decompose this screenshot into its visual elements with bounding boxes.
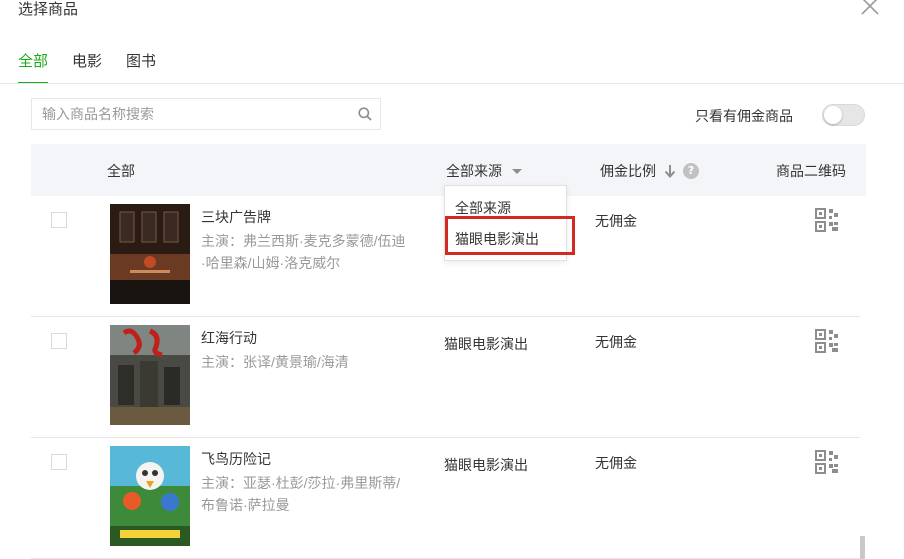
search-box <box>31 98 381 130</box>
close-icon[interactable] <box>858 0 882 18</box>
search-icon[interactable] <box>350 99 380 129</box>
tabs-divider <box>0 83 904 84</box>
commission-filter-label: 只看有佣金商品 <box>695 108 793 124</box>
table-row: 红海行动 主演：张译/黄景瑜/海清 猫眼电影演出 无佣金 <box>31 317 860 438</box>
commission-filter-toggle[interactable] <box>822 104 865 126</box>
toggle-knob <box>824 106 842 124</box>
row-checkbox[interactable] <box>51 212 67 228</box>
product-name[interactable]: 三块广告牌 <box>201 207 271 227</box>
commission-value: 无佣金 <box>595 213 637 229</box>
poster-art <box>110 446 190 546</box>
product-cast: 主演：张译/黄景瑜/海清 <box>201 354 349 370</box>
product-cast: 主演：亚瑟·杜彭/莎拉·弗里斯蒂/布鲁诺·萨拉曼 <box>201 475 401 513</box>
source-dropdown: 全部来源 猫眼电影演出 <box>444 185 567 261</box>
source-option-maoyan[interactable]: 猫眼电影演出 <box>455 229 539 249</box>
tab-books[interactable]: 图书 <box>126 52 156 84</box>
qr-code-icon[interactable] <box>814 328 840 354</box>
poster-image <box>110 204 190 304</box>
source-option-all[interactable]: 全部来源 <box>455 198 511 218</box>
commission-value: 无佣金 <box>595 334 637 350</box>
source-filter-label: 全部来源 <box>446 163 502 179</box>
product-name[interactable]: 红海行动 <box>201 328 257 348</box>
question-icon[interactable]: ? <box>683 163 699 179</box>
row-checkbox[interactable] <box>51 333 67 349</box>
poster-art <box>110 325 190 425</box>
row-checkbox[interactable] <box>51 454 67 470</box>
poster-image <box>110 325 190 425</box>
product-name[interactable]: 飞鸟历险记 <box>201 449 271 469</box>
tab-all[interactable]: 全部 <box>18 52 49 84</box>
category-tabs: 全部 电影 图书 <box>18 52 180 84</box>
caret-down-icon <box>512 168 522 174</box>
poster-art <box>110 204 190 304</box>
search-input[interactable] <box>32 99 350 129</box>
table-row: 飞鸟历险记 主演：亚瑟·杜彭/莎拉·弗里斯蒂/布鲁诺·萨拉曼 猫眼电影演出 无佣… <box>31 438 860 559</box>
tab-movies[interactable]: 电影 <box>72 52 102 84</box>
header-qr: 商品二维码 <box>776 163 846 179</box>
commission-value: 无佣金 <box>595 455 637 471</box>
qr-code-icon[interactable] <box>814 207 840 233</box>
source-value: 猫眼电影演出 <box>444 457 528 473</box>
arrow-down-icon[interactable] <box>664 164 676 178</box>
poster-image <box>110 446 190 546</box>
scrollbar-thumb[interactable] <box>860 536 865 559</box>
header-all: 全部 <box>107 163 135 179</box>
source-filter-header[interactable]: 全部来源 <box>446 161 522 181</box>
product-cast: 主演：弗兰西斯·麦克多蒙德/伍迪·哈里森/山姆·洛克威尔 <box>201 233 406 271</box>
commission-sort-header[interactable]: 佣金比例 ? <box>600 161 699 181</box>
commission-header-label: 佣金比例 <box>600 163 656 179</box>
source-value: 猫眼电影演出 <box>444 336 528 352</box>
qr-code-icon[interactable] <box>814 449 840 475</box>
dialog-title: 选择商品 <box>18 1 79 18</box>
